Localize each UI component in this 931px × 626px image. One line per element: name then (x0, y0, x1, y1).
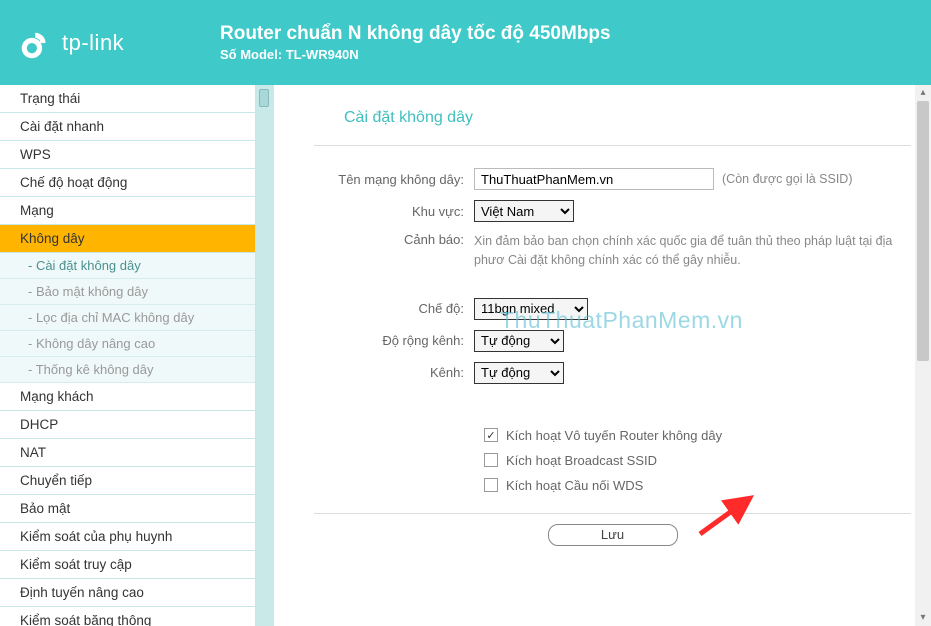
sidebar-item-operation-mode[interactable]: Chế độ hoạt động (0, 169, 255, 197)
sidebar: Trạng thái Cài đặt nhanh WPS Chế độ hoạt… (0, 85, 256, 626)
sidebar-item-dhcp[interactable]: DHCP (0, 411, 255, 439)
channel-select[interactable]: Tự động (474, 362, 564, 384)
label-channel: Kênh: (314, 365, 474, 380)
region-select[interactable]: Việt Nam (474, 200, 574, 222)
label-enable-wireless: Kích hoạt Vô tuyến Router không dây (506, 428, 722, 443)
sidebar-subitem-wireless-settings[interactable]: - Cài đặt không dây (0, 253, 255, 279)
label-wds: Kích hoạt Cầu nối WDS (506, 478, 643, 493)
brand-text: tp-link (62, 30, 124, 56)
mode-select[interactable]: 11bgn mixed (474, 298, 588, 320)
label-ssid: Tên mạng không dây: (314, 172, 474, 187)
ssid-input[interactable] (474, 168, 714, 190)
warning-text: Xin đảm bảo ban chọn chính xác quốc gia … (474, 232, 894, 270)
header-title: Router chuẩn N không dây tốc độ 450Mbps (220, 23, 611, 45)
sidebar-item-network[interactable]: Mạng (0, 197, 255, 225)
sidebar-item-wireless[interactable]: Không dây (0, 225, 255, 253)
header-subtitle: Số Model: TL-WR940N (220, 47, 611, 62)
row-region: Khu vực: Việt Nam (314, 200, 911, 222)
sidebar-item-access-control[interactable]: Kiểm soát truy cập (0, 551, 255, 579)
sidebar-item-wps[interactable]: WPS (0, 141, 255, 169)
label-mode: Chế độ: (314, 301, 474, 316)
right-scrollbar[interactable]: ▴ ▾ (915, 85, 931, 626)
label-channel-width: Độ rộng kênh: (314, 333, 474, 348)
tp-link-logo-icon (20, 26, 54, 60)
sidebar-item-nat[interactable]: NAT (0, 439, 255, 467)
row-channel: Kênh: Tự động (314, 362, 911, 384)
save-row: Lưu (314, 513, 911, 546)
divider-scroll-thumb[interactable] (259, 89, 269, 107)
scroll-down-icon[interactable]: ▾ (915, 610, 931, 626)
sidebar-subitem-wireless-stats[interactable]: - Thống kê không dây (0, 357, 255, 383)
row-wds: Kích hoạt Cầu nối WDS (484, 478, 911, 493)
checkbox-wds[interactable] (484, 478, 498, 492)
logo-area: tp-link (20, 26, 220, 60)
page-heading: Cài đặt không dây (344, 109, 911, 127)
save-button[interactable]: Lưu (548, 524, 678, 546)
sidebar-item-security[interactable]: Bảo mật (0, 495, 255, 523)
content-area: Cài đặt không dây Tên mạng không dây: (C… (274, 85, 931, 626)
row-mode: Chế độ: 11bgn mixed (314, 298, 911, 320)
sidebar-item-forwarding[interactable]: Chuyển tiếp (0, 467, 255, 495)
row-enable-wireless: Kích hoạt Vô tuyến Router không dây (484, 428, 911, 443)
sidebar-item-bandwidth-control[interactable]: Kiểm soát băng thông (0, 607, 255, 626)
sidebar-subitem-wireless-security[interactable]: - Bảo mật không dây (0, 279, 255, 305)
label-region: Khu vực: (314, 204, 474, 219)
sidebar-subitem-mac-filter[interactable]: - Lọc địa chỉ MAC không dây (0, 305, 255, 331)
sidebar-item-advanced-routing[interactable]: Định tuyến nâng cao (0, 579, 255, 607)
sidebar-item-guest-network[interactable]: Mạng khách (0, 383, 255, 411)
ssid-hint: (Còn được gọi là SSID) (722, 172, 853, 186)
label-broadcast-ssid: Kích hoạt Broadcast SSID (506, 453, 657, 468)
header-titles: Router chuẩn N không dây tốc độ 450Mbps … (220, 23, 611, 62)
scroll-up-icon[interactable]: ▴ (915, 85, 931, 101)
row-broadcast-ssid: Kích hoạt Broadcast SSID (484, 453, 911, 468)
checkbox-enable-wireless[interactable] (484, 428, 498, 442)
header: tp-link Router chuẩn N không dây tốc độ … (0, 0, 931, 85)
divider-line (314, 145, 911, 146)
row-ssid: Tên mạng không dây: (Còn được gọi là SSI… (314, 168, 911, 190)
divider-column (256, 85, 274, 626)
row-warning: Cảnh báo: Xin đảm bảo ban chọn chính xác… (314, 232, 911, 270)
sidebar-item-quick-setup[interactable]: Cài đặt nhanh (0, 113, 255, 141)
scroll-thumb[interactable] (917, 101, 929, 361)
checkbox-broadcast-ssid[interactable] (484, 453, 498, 467)
channel-width-select[interactable]: Tự động (474, 330, 564, 352)
label-warning: Cảnh báo: (314, 232, 474, 247)
sidebar-item-parental-control[interactable]: Kiểm soát của phụ huynh (0, 523, 255, 551)
row-channel-width: Độ rộng kênh: Tự động (314, 330, 911, 352)
sidebar-item-status[interactable]: Trạng thái (0, 85, 255, 113)
sidebar-subitem-wireless-advanced[interactable]: - Không dây nâng cao (0, 331, 255, 357)
